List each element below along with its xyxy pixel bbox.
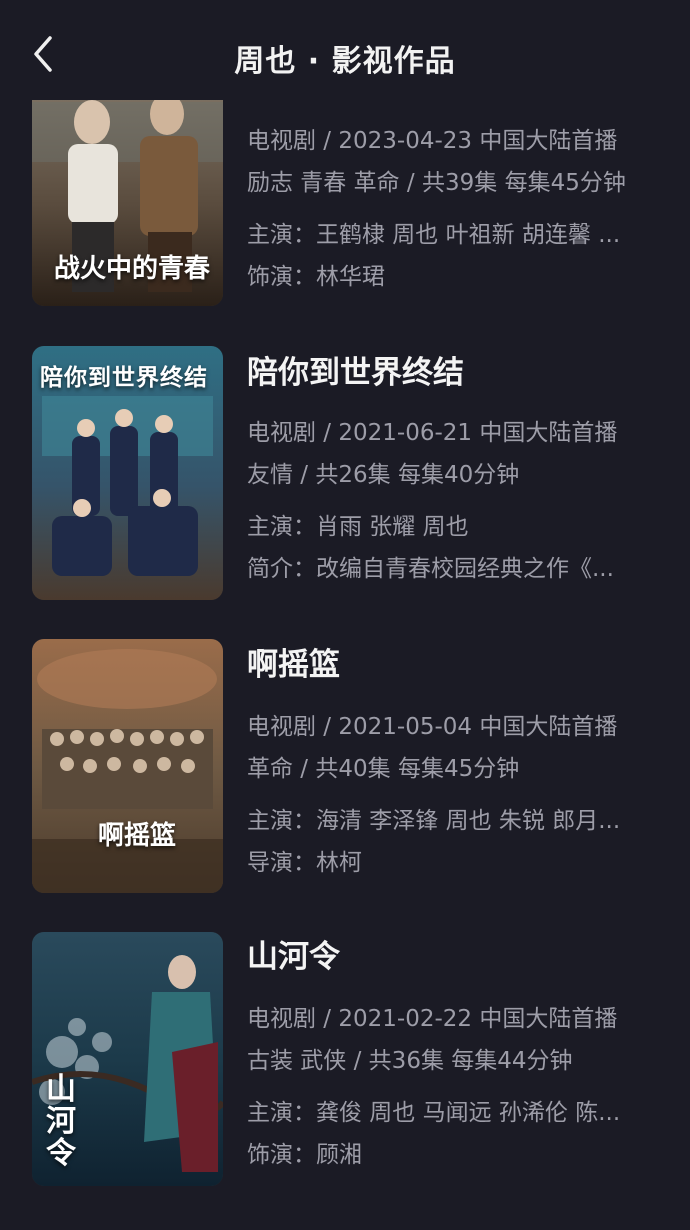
work-genre-line: 古装 武侠 / 共36集 每集44分钟 xyxy=(247,1048,573,1074)
work-genre-line: 励志 青春 革命 / 共39集 每集45分钟 xyxy=(247,170,626,196)
work-cast-line: 主演：龚俊 周也 马闻远 孙浠伦 陈... xyxy=(247,1100,621,1126)
work-meta-line: 电视剧 / 2023-04-23 中国大陆首播 xyxy=(247,128,618,154)
work-info: 电视剧 / 2023-04-23 中国大陆首播 励志 青春 革命 / 共39集 … xyxy=(247,120,667,298)
work-meta-line: 电视剧 / 2021-06-21 中国大陆首播 xyxy=(247,420,618,446)
work-cast-line: 主演：王鹤棣 周也 叶祖新 胡连馨 ... xyxy=(247,222,621,248)
work-cast-line: 主演：肖雨 张耀 周也 xyxy=(247,514,469,540)
poster-image xyxy=(32,639,223,893)
work-meta-line: 电视剧 / 2021-05-04 中国大陆首播 xyxy=(247,714,618,740)
works-page: 战火中的青春 电视剧 / 2023-04-23 中国大陆首播 励志 青春 革命 … xyxy=(0,0,690,1230)
work-info: 陪你到世界终结 电视剧 / 2021-06-21 中国大陆首播 友情 / 共26… xyxy=(247,348,667,590)
poster-title-text: 山河令 xyxy=(46,1072,76,1171)
poster-title-text: 陪你到世界终结 xyxy=(40,364,208,391)
poster-title-text: 啊摇篮 xyxy=(98,821,177,851)
work-poster[interactable]: 陪你到世界终结 xyxy=(32,346,223,600)
works-list: 战火中的青春 电视剧 / 2023-04-23 中国大陆首播 励志 青春 革命 … xyxy=(0,0,690,1230)
work-cast-line: 主演：海清 李泽锋 周也 朱锐 郎月... xyxy=(247,808,621,834)
work-info: 啊摇篮 电视剧 / 2021-05-04 中国大陆首播 革命 / 共40集 每集… xyxy=(247,640,667,884)
work-info: 山河令 电视剧 / 2021-02-22 中国大陆首播 古装 武侠 / 共36集… xyxy=(247,932,667,1176)
work-poster[interactable]: 啊摇篮 xyxy=(32,639,223,893)
work-meta-line: 电视剧 / 2021-02-22 中国大陆首播 xyxy=(247,1006,618,1032)
work-title[interactable]: 陪你到世界终结 xyxy=(247,348,667,398)
work-title[interactable]: 山河令 xyxy=(247,932,667,982)
work-synopsis-line: 简介：改编自青春校园经典之作《... xyxy=(247,556,614,582)
work-director-line: 导演：林柯 xyxy=(247,850,362,876)
work-genre-line: 友情 / 共26集 每集40分钟 xyxy=(247,462,520,488)
work-role-line: 饰演：林华珺 xyxy=(247,264,385,290)
top-bar: 周也 · 影视作品 xyxy=(0,0,690,100)
work-role-line: 饰演：顾湘 xyxy=(247,1142,362,1168)
work-title[interactable]: 啊摇篮 xyxy=(247,640,667,690)
work-genre-line: 革命 / 共40集 每集45分钟 xyxy=(247,756,520,782)
poster-title-text: 战火中的青春 xyxy=(54,254,211,284)
page-title: 周也 · 影视作品 xyxy=(234,44,456,79)
work-poster[interactable]: 山河令 xyxy=(32,932,223,1186)
